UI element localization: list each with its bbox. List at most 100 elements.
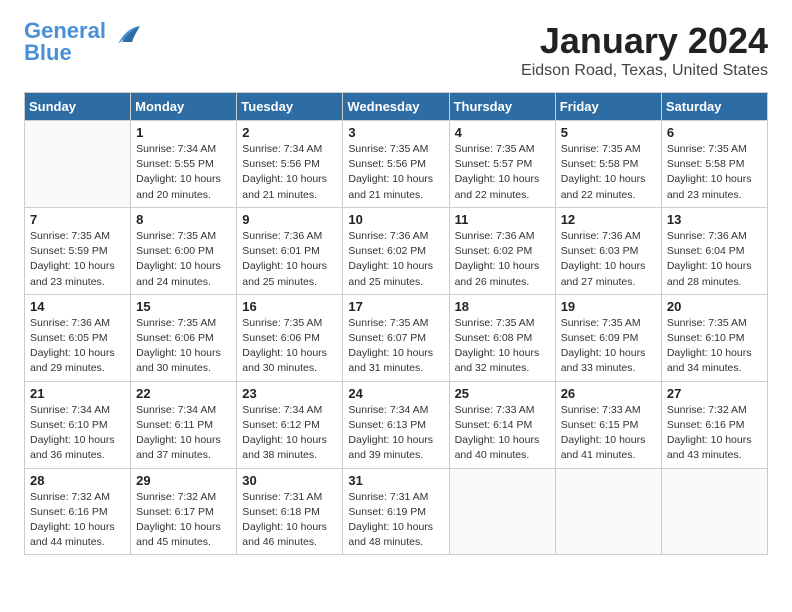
calendar-day-cell: 6 Sunrise: 7:35 AMSunset: 5:58 PMDaylight…: [661, 121, 767, 208]
day-info: Sunrise: 7:35 AMSunset: 5:58 PMDaylight:…: [667, 142, 762, 203]
day-info: Sunrise: 7:35 AMSunset: 5:58 PMDaylight:…: [561, 142, 656, 203]
calendar-day-cell: 29 Sunrise: 7:32 AMSunset: 6:17 PMDayligh…: [131, 468, 237, 555]
day-number: 27: [667, 386, 762, 401]
calendar-day-cell: 14 Sunrise: 7:36 AMSunset: 6:05 PMDayligh…: [25, 294, 131, 381]
calendar-week-row: 21 Sunrise: 7:34 AMSunset: 6:10 PMDayligh…: [25, 381, 768, 468]
day-info: Sunrise: 7:33 AMSunset: 6:15 PMDaylight:…: [561, 403, 656, 464]
day-info: Sunrise: 7:31 AMSunset: 6:18 PMDaylight:…: [242, 490, 337, 551]
calendar-day-cell: 25 Sunrise: 7:33 AMSunset: 6:14 PMDayligh…: [449, 381, 555, 468]
day-info: Sunrise: 7:34 AMSunset: 6:10 PMDaylight:…: [30, 403, 125, 464]
calendar-day-cell: 21 Sunrise: 7:34 AMSunset: 6:10 PMDayligh…: [25, 381, 131, 468]
calendar-week-row: 1Sunrise: 7:34 AMSunset: 5:55 PMDaylight…: [25, 121, 768, 208]
calendar-day-cell: 10Sunrise: 7:36 AMSunset: 6:02 PMDayligh…: [343, 207, 449, 294]
calendar-week-row: 28 Sunrise: 7:32 AMSunset: 6:16 PMDayligh…: [25, 468, 768, 555]
day-info: Sunrise: 7:34 AMSunset: 5:55 PMDaylight:…: [136, 142, 231, 203]
calendar-day-cell: 2 Sunrise: 7:34 AMSunset: 5:56 PMDaylight…: [237, 121, 343, 208]
logo-bird-icon: [108, 26, 140, 48]
day-number: 4: [455, 125, 550, 140]
calendar-day-cell: 22Sunrise: 7:34 AMSunset: 6:11 PMDayligh…: [131, 381, 237, 468]
page-header: General Blue January 2024 Eidson Road, T…: [24, 20, 768, 80]
calendar-day-cell: 7 Sunrise: 7:35 AMSunset: 5:59 PMDaylight…: [25, 207, 131, 294]
calendar-day-cell: 12 Sunrise: 7:36 AMSunset: 6:03 PMDayligh…: [555, 207, 661, 294]
day-info: Sunrise: 7:34 AMSunset: 6:11 PMDaylight:…: [136, 403, 231, 464]
calendar-day-cell: 3Sunrise: 7:35 AMSunset: 5:56 PMDaylight…: [343, 121, 449, 208]
calendar-day-cell: 16Sunrise: 7:35 AMSunset: 6:06 PMDayligh…: [237, 294, 343, 381]
day-number: 28: [30, 473, 125, 488]
day-info: Sunrise: 7:36 AMSunset: 6:05 PMDaylight:…: [30, 316, 125, 377]
day-number: 21: [30, 386, 125, 401]
logo: General Blue: [24, 20, 140, 64]
calendar-week-row: 7 Sunrise: 7:35 AMSunset: 5:59 PMDaylight…: [25, 207, 768, 294]
day-number: 15: [136, 299, 231, 314]
day-number: 18: [455, 299, 550, 314]
weekday-header: Tuesday: [237, 93, 343, 121]
month-title: January 2024: [521, 20, 768, 62]
day-info: Sunrise: 7:34 AMSunset: 6:12 PMDaylight:…: [242, 403, 337, 464]
day-info: Sunrise: 7:35 AMSunset: 5:59 PMDaylight:…: [30, 229, 125, 290]
day-info: Sunrise: 7:33 AMSunset: 6:14 PMDaylight:…: [455, 403, 550, 464]
calendar-day-cell: 24 Sunrise: 7:34 AMSunset: 6:13 PMDayligh…: [343, 381, 449, 468]
weekday-header: Monday: [131, 93, 237, 121]
calendar-day-cell: 8 Sunrise: 7:35 AMSunset: 6:00 PMDaylight…: [131, 207, 237, 294]
weekday-header: Saturday: [661, 93, 767, 121]
day-number: 3: [348, 125, 443, 140]
day-number: 23: [242, 386, 337, 401]
location-title: Eidson Road, Texas, United States: [521, 62, 768, 80]
day-info: Sunrise: 7:34 AMSunset: 5:56 PMDaylight:…: [242, 142, 337, 203]
calendar-day-cell: [449, 468, 555, 555]
calendar-day-cell: 4Sunrise: 7:35 AMSunset: 5:57 PMDaylight…: [449, 121, 555, 208]
day-info: Sunrise: 7:36 AMSunset: 6:03 PMDaylight:…: [561, 229, 656, 290]
calendar-day-cell: 15 Sunrise: 7:35 AMSunset: 6:06 PMDayligh…: [131, 294, 237, 381]
day-number: 29: [136, 473, 231, 488]
calendar-day-cell: 23 Sunrise: 7:34 AMSunset: 6:12 PMDayligh…: [237, 381, 343, 468]
day-info: Sunrise: 7:32 AMSunset: 6:16 PMDaylight:…: [30, 490, 125, 551]
calendar-table: SundayMondayTuesdayWednesdayThursdayFrid…: [24, 92, 768, 555]
logo-text: General Blue: [24, 20, 106, 64]
day-info: Sunrise: 7:35 AMSunset: 6:09 PMDaylight:…: [561, 316, 656, 377]
calendar-day-cell: 31Sunrise: 7:31 AMSunset: 6:19 PMDayligh…: [343, 468, 449, 555]
day-number: 10: [348, 212, 443, 227]
weekday-header: Friday: [555, 93, 661, 121]
day-info: Sunrise: 7:36 AMSunset: 6:02 PMDaylight:…: [455, 229, 550, 290]
day-number: 7: [30, 212, 125, 227]
day-number: 6: [667, 125, 762, 140]
day-number: 14: [30, 299, 125, 314]
title-section: January 2024 Eidson Road, Texas, United …: [521, 20, 768, 80]
day-info: Sunrise: 7:32 AMSunset: 6:17 PMDaylight:…: [136, 490, 231, 551]
calendar-day-cell: 27 Sunrise: 7:32 AMSunset: 6:16 PMDayligh…: [661, 381, 767, 468]
weekday-header: Thursday: [449, 93, 555, 121]
day-info: Sunrise: 7:35 AMSunset: 6:00 PMDaylight:…: [136, 229, 231, 290]
day-info: Sunrise: 7:35 AMSunset: 6:08 PMDaylight:…: [455, 316, 550, 377]
day-number: 11: [455, 212, 550, 227]
day-number: 13: [667, 212, 762, 227]
weekday-header: Sunday: [25, 93, 131, 121]
day-info: Sunrise: 7:36 AMSunset: 6:01 PMDaylight:…: [242, 229, 337, 290]
day-info: Sunrise: 7:35 AMSunset: 6:10 PMDaylight:…: [667, 316, 762, 377]
calendar-day-cell: 20 Sunrise: 7:35 AMSunset: 6:10 PMDayligh…: [661, 294, 767, 381]
day-info: Sunrise: 7:35 AMSunset: 6:06 PMDaylight:…: [136, 316, 231, 377]
weekday-header: Wednesday: [343, 93, 449, 121]
day-number: 24: [348, 386, 443, 401]
day-number: 19: [561, 299, 656, 314]
calendar-day-cell: 19 Sunrise: 7:35 AMSunset: 6:09 PMDayligh…: [555, 294, 661, 381]
day-number: 12: [561, 212, 656, 227]
calendar-day-cell: 1Sunrise: 7:34 AMSunset: 5:55 PMDaylight…: [131, 121, 237, 208]
day-info: Sunrise: 7:32 AMSunset: 6:16 PMDaylight:…: [667, 403, 762, 464]
calendar-day-cell: 26Sunrise: 7:33 AMSunset: 6:15 PMDayligh…: [555, 381, 661, 468]
calendar-week-row: 14 Sunrise: 7:36 AMSunset: 6:05 PMDayligh…: [25, 294, 768, 381]
calendar-day-cell: 9Sunrise: 7:36 AMSunset: 6:01 PMDaylight…: [237, 207, 343, 294]
day-number: 17: [348, 299, 443, 314]
calendar-day-cell: 17Sunrise: 7:35 AMSunset: 6:07 PMDayligh…: [343, 294, 449, 381]
calendar-day-cell: 30Sunrise: 7:31 AMSunset: 6:18 PMDayligh…: [237, 468, 343, 555]
day-number: 25: [455, 386, 550, 401]
calendar-day-cell: 28 Sunrise: 7:32 AMSunset: 6:16 PMDayligh…: [25, 468, 131, 555]
calendar-day-cell: [25, 121, 131, 208]
day-number: 20: [667, 299, 762, 314]
calendar-day-cell: [661, 468, 767, 555]
day-number: 2: [242, 125, 337, 140]
weekday-header-row: SundayMondayTuesdayWednesdayThursdayFrid…: [25, 93, 768, 121]
day-info: Sunrise: 7:34 AMSunset: 6:13 PMDaylight:…: [348, 403, 443, 464]
calendar-day-cell: 5Sunrise: 7:35 AMSunset: 5:58 PMDaylight…: [555, 121, 661, 208]
day-number: 8: [136, 212, 231, 227]
day-number: 16: [242, 299, 337, 314]
